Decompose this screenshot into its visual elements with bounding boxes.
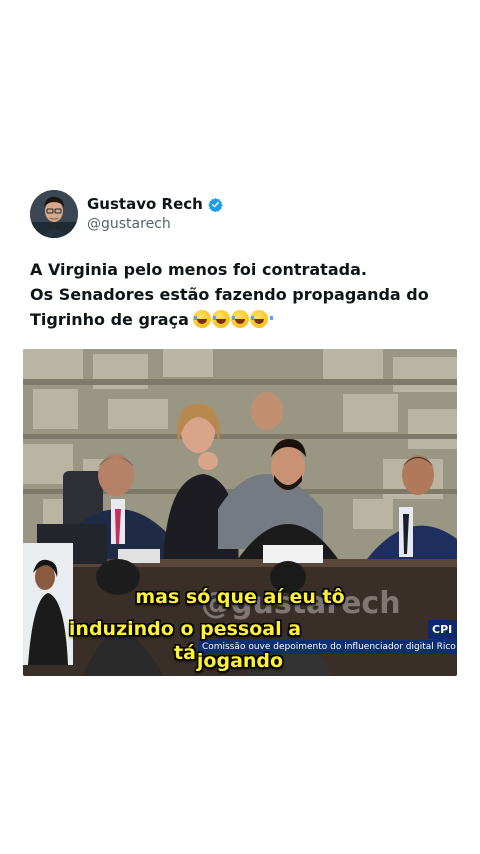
avatar[interactable] — [30, 190, 78, 238]
tweet-text-line-3: Tigrinho de graça — [30, 307, 460, 332]
author-display-name[interactable]: Gustavo Rech — [87, 195, 203, 213]
laughing-emoji-icon — [249, 310, 273, 328]
author-handle[interactable]: @gustarech — [87, 216, 223, 233]
tweet-screenshot: Gustavo Rech @gustarech A Virginia pelo … — [0, 0, 480, 854]
avatar-image — [30, 190, 78, 238]
tweet-author[interactable]: Gustavo Rech @gustarech — [30, 190, 223, 238]
laughing-emoji-icon — [192, 310, 216, 328]
subtitle-line-3: jogando — [196, 650, 284, 672]
tweet-text-line-2: Os Senadores estão fazendo propaganda do — [30, 285, 429, 304]
laughing-emoji-icon — [211, 310, 235, 328]
tweet-text-line-3-text: Tigrinho de graça — [30, 310, 189, 329]
laughing-emoji-icon — [230, 310, 254, 328]
subtitle-line-1: mas só que aí eu tô — [135, 586, 345, 608]
tweet-text: A Virginia pelo menos foi contratada. Os… — [30, 257, 460, 332]
laughing-emoji-icon-group — [192, 310, 273, 328]
channel-label: CPI DAS — [428, 620, 457, 639]
tweet-video[interactable]: @gustarech CPI DAS Comissão ouve depoime… — [23, 349, 457, 676]
tweet-text-line-1: A Virginia pelo menos foi contratada. — [30, 260, 367, 279]
verified-badge-icon — [208, 197, 223, 212]
